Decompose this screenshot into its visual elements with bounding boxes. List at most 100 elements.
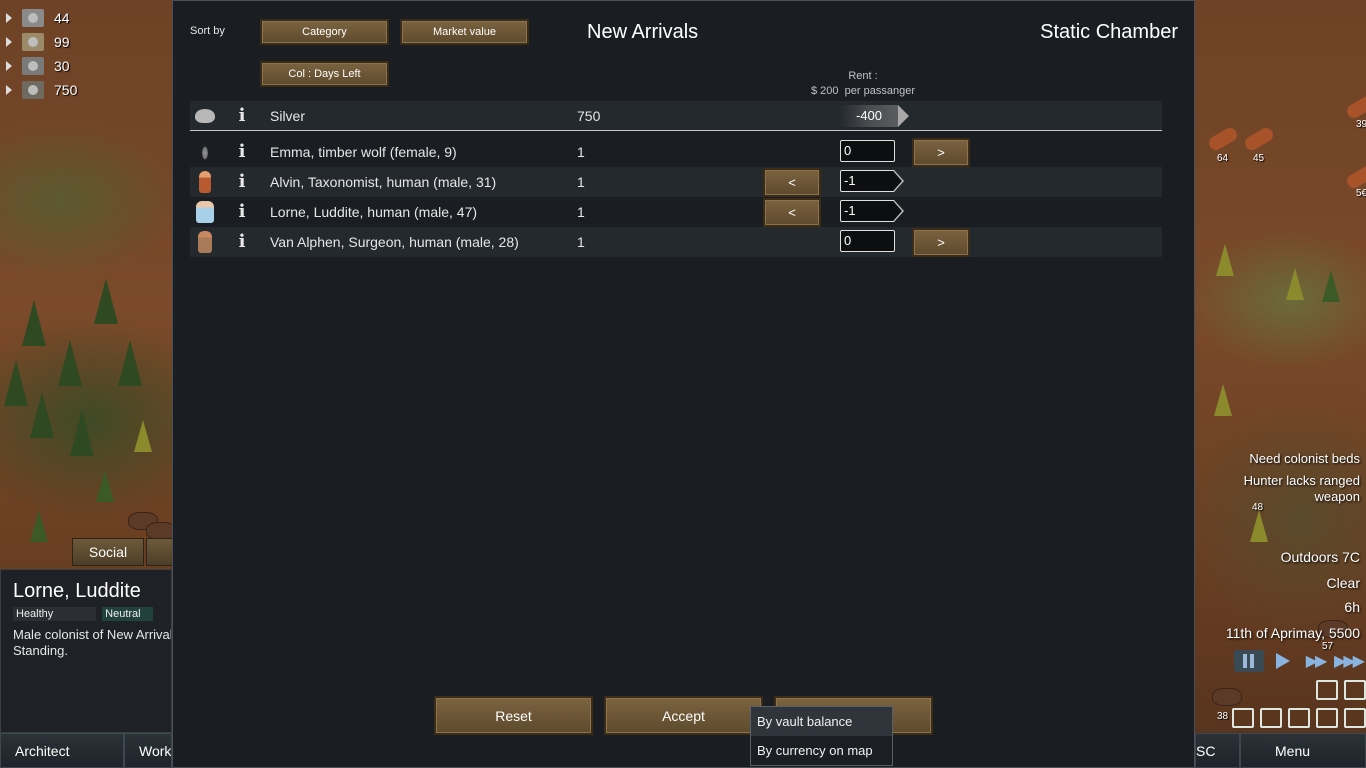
pawn-label: Van Alphen, Surgeon, human (male, 28) — [270, 234, 519, 250]
transfer-right-button[interactable]: > — [912, 138, 970, 167]
location-name: Static Chamber — [1040, 21, 1178, 43]
reset-button[interactable]: Reset — [434, 696, 593, 735]
expand-arrow-icon[interactable] — [6, 37, 12, 47]
menu-item-vault-balance[interactable]: By vault balance — [751, 707, 892, 736]
tree-icon — [22, 300, 46, 346]
pawn-name: Lorne, Luddite — [13, 580, 141, 602]
transfer-right-button[interactable]: > — [912, 228, 970, 257]
table-row: i Lorne, Luddite, human (male, 47) 1 < -… — [190, 197, 1162, 227]
tree-icon — [30, 510, 48, 542]
tree-icon — [30, 392, 54, 438]
resource-count: 750 — [54, 82, 78, 98]
pawn-activity: Standing. — [13, 643, 68, 658]
alert-hunter-weapon[interactable]: Hunter lacks ranged weapon — [1244, 473, 1360, 505]
worklist-toggle-icon[interactable] — [1316, 680, 1338, 700]
zone-toggle-icon[interactable] — [1288, 708, 1310, 728]
beauty-toggle-icon[interactable] — [1344, 708, 1366, 728]
health-status[interactable]: Healthy — [13, 607, 97, 621]
weather-condition: Clear — [1326, 575, 1360, 591]
tree-icon — [96, 470, 114, 502]
info-icon[interactable]: i — [235, 106, 249, 126]
transfer-count-field[interactable]: -1 — [840, 170, 904, 192]
wood-log-icon[interactable] — [1344, 163, 1366, 191]
fast-forward-icon[interactable]: ▶▶ — [1300, 650, 1330, 672]
resource-wood[interactable]: 99 — [6, 31, 70, 53]
info-icon[interactable]: i — [235, 202, 249, 222]
pawn-description: Male colonist of New Arrivals Standing. — [13, 627, 172, 659]
auto-home-icon[interactable] — [1316, 708, 1338, 728]
expand-arrow-icon[interactable] — [6, 85, 12, 95]
transfer-left-button[interactable]: < — [763, 198, 821, 227]
accept-button[interactable]: Accept — [604, 696, 763, 735]
stack-count: 39 — [1356, 119, 1366, 130]
item-count: 750 — [577, 108, 601, 124]
wood-log-icon[interactable] — [1206, 125, 1240, 153]
tree-icon — [1214, 384, 1232, 416]
tree-icon — [1250, 510, 1268, 542]
resource-medicine[interactable]: 30 — [6, 55, 70, 77]
table-row: i Van Alphen, Surgeon, human (male, 28) … — [190, 227, 1162, 257]
schedule-button[interactable]: SC — [1195, 733, 1240, 768]
silver-row: i Silver 750 -400 — [190, 101, 1162, 131]
tree-icon — [58, 340, 82, 386]
transfer-left-button[interactable]: < — [763, 168, 821, 197]
tree-icon — [70, 410, 94, 456]
silver-icon — [195, 109, 215, 123]
info-icon[interactable]: i — [235, 172, 249, 192]
pawn-label: Emma, timber wolf (female, 9) — [270, 144, 457, 160]
roof-icon[interactable] — [1232, 708, 1254, 728]
stack-count: 38 — [1217, 711, 1229, 722]
architect-button[interactable]: Architect — [0, 733, 124, 768]
wood-log-icon[interactable] — [1344, 93, 1366, 121]
outdoor-temperature: Outdoors 7C — [1280, 549, 1360, 565]
transfer-count-field[interactable]: 0 — [840, 140, 895, 162]
rock-icon — [1212, 688, 1242, 706]
sort-days-left-button[interactable]: Col : Days Left — [260, 61, 389, 87]
sort-market-value-button[interactable]: Market value — [400, 19, 529, 45]
pause-icon[interactable] — [1234, 650, 1264, 672]
home-area-icon[interactable] — [1344, 680, 1366, 700]
medicine-icon — [22, 57, 44, 75]
tree-icon — [118, 340, 142, 386]
play-icon[interactable] — [1267, 650, 1297, 672]
resource-count: 99 — [54, 34, 70, 50]
dialog-title: New Arrivals — [587, 21, 699, 43]
wood-log-icon[interactable] — [1242, 125, 1276, 153]
tree-icon — [4, 360, 28, 406]
currency-dropdown-menu: By vault balance By currency on map — [750, 706, 893, 766]
pawn-count: 1 — [577, 174, 585, 190]
tree-icon — [1216, 244, 1234, 276]
transfer-count-field[interactable]: -1 — [840, 200, 904, 222]
stack-count: 45 — [1253, 153, 1265, 164]
work-button[interactable]: Work — [124, 733, 172, 768]
info-icon[interactable]: i — [235, 142, 249, 162]
stack-count: 64 — [1217, 153, 1229, 164]
superfast-icon[interactable]: ▶▶▶ — [1333, 650, 1365, 672]
sort-category-button[interactable]: Category — [260, 19, 389, 45]
time-of-day: 6h — [1344, 599, 1360, 615]
menu-button[interactable]: Menu — [1240, 733, 1366, 768]
time-controls: ▶▶ ▶▶▶ — [1234, 650, 1366, 672]
alert-line: weapon — [1314, 489, 1360, 504]
tab-social[interactable]: Social — [72, 538, 144, 566]
rent-unit: per passanger — [844, 85, 915, 97]
alert-need-beds[interactable]: Need colonist beds — [1249, 451, 1360, 467]
table-row: i Alvin, Taxonomist, human (male, 31) 1 … — [190, 167, 1162, 197]
grid-toggle-icon[interactable] — [1260, 708, 1282, 728]
expand-arrow-icon[interactable] — [6, 13, 12, 23]
transfer-count-field[interactable]: 0 — [840, 230, 895, 252]
expand-arrow-icon[interactable] — [6, 61, 12, 71]
pawn-description-line: Male colonist of New Arrivals — [13, 627, 172, 642]
info-icon[interactable]: i — [235, 232, 249, 252]
rent-header: Rent : $ 200 per passanger — [788, 69, 938, 99]
inspect-pane: Lorne, Luddite Healthy Neutral Male colo… — [0, 569, 172, 733]
resource-weapon[interactable]: 750 — [6, 79, 77, 101]
resource-silver[interactable]: 44 — [6, 7, 70, 29]
stack-count: 5€ — [1356, 188, 1366, 199]
wolf-icon — [195, 141, 215, 163]
mood-status[interactable]: Neutral — [102, 607, 153, 621]
tree-icon — [1322, 270, 1340, 302]
item-name: Silver — [270, 108, 306, 124]
menu-item-currency-on-map[interactable]: By currency on map — [751, 736, 892, 765]
colonist-icon — [199, 171, 211, 193]
